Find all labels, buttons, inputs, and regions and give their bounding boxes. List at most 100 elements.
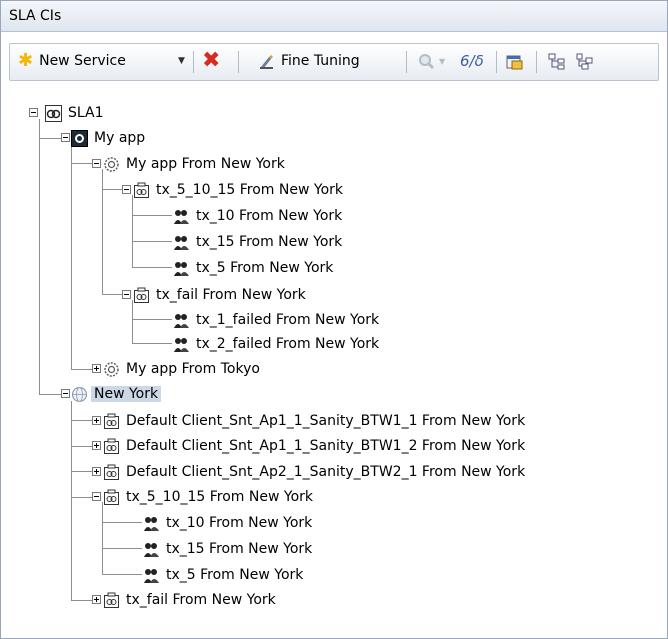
transaction-group-icon <box>134 182 149 198</box>
new-service-dropdown-button[interactable]: ▼ <box>178 47 185 75</box>
toolbar-divider <box>496 51 497 73</box>
toolbar-divider <box>536 51 537 73</box>
new-service-label: New Service <box>39 53 126 69</box>
break-link-button[interactable]: 6/δ <box>460 47 484 75</box>
tree-node-transaction[interactable]: tx_1_failed From New York <box>173 308 379 332</box>
tree-node-label: tx_5_10_15 From New York <box>126 489 314 505</box>
chevron-down-icon: ▼ <box>439 56 446 66</box>
collapse-toggle[interactable] <box>61 389 70 398</box>
chevron-down-icon: ▼ <box>178 56 185 66</box>
break-link-icon: 6/δ <box>460 52 484 70</box>
location-globe-icon <box>72 386 87 402</box>
collapse-toggle[interactable] <box>122 185 131 194</box>
expand-all-button[interactable] <box>548 47 565 75</box>
expand-toggle[interactable] <box>92 595 101 604</box>
expand-toggle[interactable] <box>92 416 101 425</box>
tree-node-label: tx_5_10_15 From New York <box>156 182 344 198</box>
tree-node-transaction-group[interactable]: tx_fail From New York <box>133 283 306 307</box>
transaction-group-icon <box>134 287 149 303</box>
fine-tuning-label: Fine Tuning <box>281 53 360 69</box>
collapse-tree-icon <box>576 53 593 69</box>
fine-tuning-button[interactable]: Fine Tuning <box>258 47 360 75</box>
tree-node-label: My app From Tokyo <box>126 361 260 377</box>
new-star-icon: ✱ <box>18 50 34 71</box>
tree-node-my-app[interactable]: My app <box>71 126 145 150</box>
tree-node-label: tx_15 From New York <box>166 541 313 557</box>
transaction-group-icon <box>104 438 119 454</box>
transaction-icon <box>144 568 159 583</box>
tree-node-label: tx_1_failed From New York <box>196 312 380 328</box>
tree-node-transaction[interactable]: tx_10 From New York <box>143 511 312 535</box>
collapse-toggle[interactable] <box>122 290 131 299</box>
sla-cis-panel: SLA CIs ✱ New Service ▼ ✖ Fine Tuning ▼ … <box>0 0 668 639</box>
transaction-icon <box>174 209 189 224</box>
gear-group-icon <box>104 156 119 172</box>
properties-button[interactable] <box>506 47 523 75</box>
tree-node-transaction[interactable]: tx_5 From New York <box>143 563 303 587</box>
collapse-toggle[interactable] <box>29 108 38 117</box>
tree-node-label: Default Client_Snt_Ap1_1_Sanity_BTW1_2 F… <box>126 438 526 454</box>
tree-node-label: New York <box>91 386 162 402</box>
tree-node-label: Default Client_Snt_Ap2_1_Sanity_BTW2_1 F… <box>126 464 526 480</box>
toolbar-divider <box>193 51 194 73</box>
transaction-icon <box>174 313 189 328</box>
zoom-button[interactable]: ▼ <box>418 47 445 75</box>
tree-node-label: Default Client_Snt_Ap1_1_Sanity_BTW1_1 F… <box>126 413 526 429</box>
tree-node-transaction-group[interactable]: Default Client_Snt_Ap1_1_Sanity_BTW1_2 F… <box>103 434 525 458</box>
expand-toggle[interactable] <box>92 467 101 476</box>
transaction-group-icon <box>104 413 119 429</box>
panel-title: SLA CIs <box>9 8 62 24</box>
tree-node-label: tx_2_failed From New York <box>196 336 380 352</box>
tree-node-label: tx_fail From New York <box>156 287 306 303</box>
tree-node-my-app-from-new-york[interactable]: My app From New York <box>103 152 285 176</box>
collapse-all-button[interactable] <box>576 47 593 75</box>
tree-node-transaction[interactable]: tx_15 From New York <box>143 537 312 561</box>
transaction-group-icon <box>104 464 119 480</box>
collapse-toggle[interactable] <box>61 133 70 142</box>
gear-group-icon <box>104 361 119 377</box>
toolbar-divider <box>238 51 239 73</box>
expand-tree-icon <box>548 53 565 69</box>
tree-node-new-york[interactable]: New York <box>71 382 162 406</box>
tree-node-label: tx_10 From New York <box>166 515 313 531</box>
tree-node-label: tx_5 From New York <box>166 567 304 583</box>
delete-x-icon: ✖ <box>202 48 221 73</box>
tree-node-my-app-from-tokyo[interactable]: My app From Tokyo <box>103 357 260 381</box>
transaction-icon <box>144 542 159 557</box>
properties-icon <box>506 55 523 69</box>
transaction-icon <box>144 516 159 531</box>
toolbar-divider <box>406 51 407 73</box>
tree-node-sla1[interactable]: SLA1 <box>45 101 104 125</box>
expand-toggle[interactable] <box>92 364 101 373</box>
transaction-icon <box>174 235 189 250</box>
tree-node-label: My app <box>94 130 146 146</box>
tree-node-label: My app From New York <box>126 156 285 172</box>
tree-node-label: tx_10 From New York <box>196 208 343 224</box>
tree-node-label: tx_fail From New York <box>126 592 276 608</box>
tree-node-transaction[interactable]: tx_15 From New York <box>173 230 342 254</box>
expand-toggle[interactable] <box>92 441 101 450</box>
panel-titlebar: SLA CIs <box>1 1 667 32</box>
transaction-group-icon <box>104 489 119 505</box>
new-service-button[interactable]: ✱ New Service <box>18 47 126 75</box>
sla-ci-tree: SLA1 My app My app From New York tx_5_10… <box>1 101 667 631</box>
tree-node-transaction[interactable]: tx_2_failed From New York <box>173 332 379 356</box>
magnifier-icon <box>419 53 435 69</box>
tree-node-transaction-group[interactable]: Default Client_Snt_Ap2_1_Sanity_BTW2_1 F… <box>103 460 525 484</box>
application-icon <box>71 129 88 147</box>
tree-node-transaction[interactable]: tx_10 From New York <box>173 204 342 228</box>
delete-button[interactable]: ✖ <box>202 47 220 75</box>
collapse-toggle[interactable] <box>92 492 101 501</box>
fine-tuning-icon <box>260 54 273 69</box>
tree-node-transaction-group[interactable]: tx_5_10_15 From New York <box>133 178 343 202</box>
tree-node-transaction-group[interactable]: tx_5_10_15 From New York <box>103 485 313 509</box>
tree-node-transaction-group[interactable]: tx_fail From New York <box>103 588 276 612</box>
sla-icon <box>45 104 62 122</box>
tree-node-transaction-group[interactable]: Default Client_Snt_Ap1_1_Sanity_BTW1_1 F… <box>103 409 525 433</box>
toolbar: ✱ New Service ▼ ✖ Fine Tuning ▼ 6/δ <box>9 43 659 81</box>
tree-node-label: tx_15 From New York <box>196 234 343 250</box>
transaction-group-icon <box>104 592 119 608</box>
transaction-icon <box>174 261 189 276</box>
collapse-toggle[interactable] <box>92 159 101 168</box>
tree-node-transaction[interactable]: tx_5 From New York <box>173 256 333 280</box>
